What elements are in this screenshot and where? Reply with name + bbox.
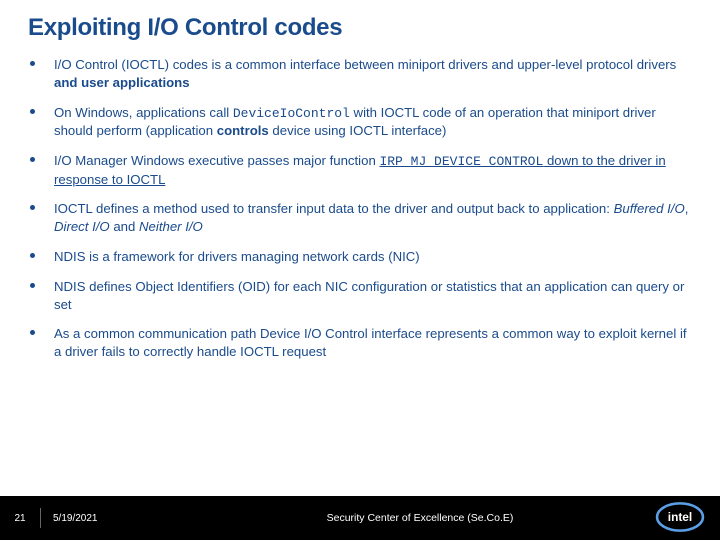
list-item: As a common communication path Device I/… [28, 325, 696, 361]
text-run: IOCTL defines a method used to transfer … [54, 201, 614, 216]
list-item: On Windows, applications call DeviceIoCo… [28, 104, 696, 140]
text-run: Neither I/O [139, 219, 203, 234]
page-number: 21 [0, 513, 40, 524]
footer-date: 5/19/2021 [53, 513, 98, 524]
text-run: IRP_MJ_DEVICE_CONTROL [379, 154, 543, 169]
list-item: NDIS defines Object Identifiers (OID) fo… [28, 278, 696, 314]
bullet-icon [30, 109, 35, 114]
footer-divider [40, 508, 41, 528]
bullet-icon [30, 330, 35, 335]
text-run: and user applications [54, 75, 190, 90]
bullet-icon [30, 205, 35, 210]
text-run: Buffered I/O [614, 201, 685, 216]
bullet-list: I/O Control (IOCTL) codes is a common in… [28, 56, 696, 361]
bullet-icon [30, 253, 35, 258]
text-run: I/O Control (IOCTL) codes is a common in… [54, 57, 676, 72]
bullet-icon [30, 157, 35, 162]
footer-bar: 21 5/19/2021 Security Center of Excellen… [0, 496, 720, 540]
text-run: and [110, 219, 139, 234]
list-item: I/O Manager Windows executive passes maj… [28, 152, 696, 188]
bullet-icon [30, 61, 35, 66]
list-item: NDIS is a framework for drivers managing… [28, 248, 696, 266]
text-run: As a common communication path Device I/… [54, 326, 687, 359]
text-run: NDIS is a framework for drivers managing… [54, 249, 420, 264]
text-run: On Windows, applications call [54, 105, 233, 120]
list-item: IOCTL defines a method used to transfer … [28, 200, 696, 236]
text-run: controls [217, 123, 269, 138]
text-run: Direct I/O [54, 219, 110, 234]
text-run: device using IOCTL interface) [269, 123, 447, 138]
slide-content: I/O Control (IOCTL) codes is a common in… [28, 56, 696, 373]
intel-logo: intel [654, 500, 706, 534]
footer-center-text: Security Center of Excellence (Se.Co.E) [0, 512, 720, 524]
text-run: DeviceIoControl [233, 106, 350, 121]
text-run: NDIS defines Object Identifiers (OID) fo… [54, 279, 684, 312]
list-item: I/O Control (IOCTL) codes is a common in… [28, 56, 696, 92]
bullet-icon [30, 283, 35, 288]
logo-text: intel [668, 510, 692, 524]
slide: Exploiting I/O Control codes I/O Control… [0, 0, 720, 540]
slide-title: Exploiting I/O Control codes [28, 14, 342, 42]
text-run: I/O Manager Windows executive passes maj… [54, 153, 379, 168]
text-run: , [685, 201, 689, 216]
